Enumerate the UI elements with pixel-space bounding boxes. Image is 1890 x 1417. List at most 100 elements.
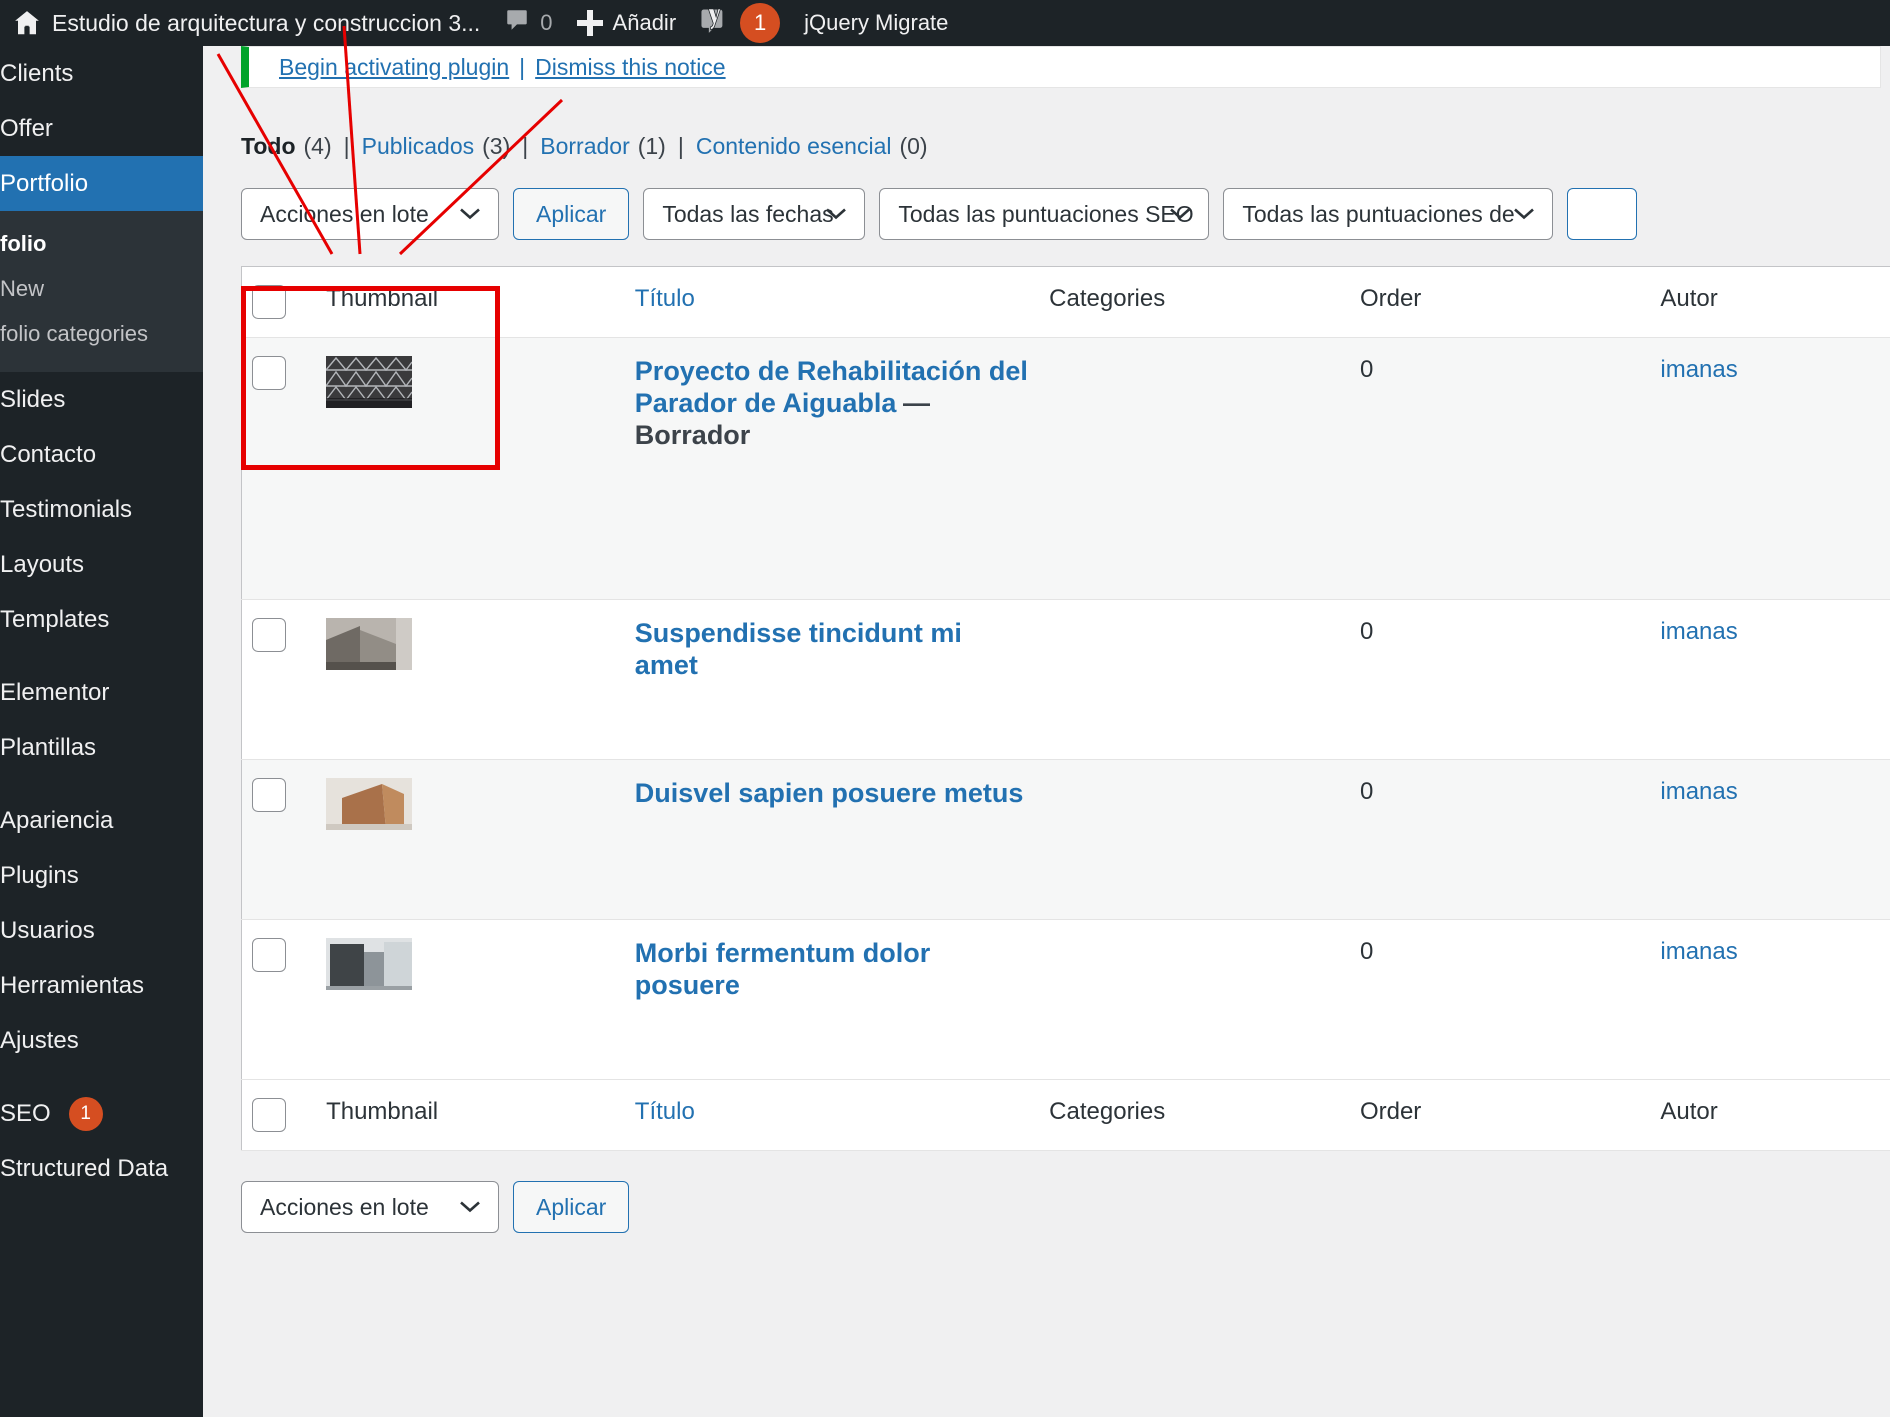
row-order-cell: 0 <box>1349 337 1651 600</box>
sidebar-item-portfolio[interactable]: Portfolio <box>0 156 203 211</box>
admin-content-area: Begin activating plugin | Dismiss this n… <box>203 46 1890 1417</box>
begin-activating-plugin-link[interactable]: Begin activating plugin <box>279 54 509 81</box>
row-author-cell: imanas <box>1650 599 1890 760</box>
apply-bulk-action-button-bottom[interactable]: Aplicar <box>513 1181 630 1233</box>
view-filter-contenido-esencial[interactable]: Contenido esencial <box>696 133 892 160</box>
sidebar-item-templates[interactable]: Templates <box>0 592 203 647</box>
table-header-row: Thumbnail Título Categories Order Autor <box>241 266 1890 338</box>
seo-score-filter-select[interactable]: Todas las puntuaciones SEO <box>879 188 1210 240</box>
row-title-cell: Suspendisse tincidunt mi amet <box>624 599 1040 760</box>
portfolio-thumbnail-building-corner[interactable] <box>326 618 413 670</box>
sidebar-submenu-item-add-new[interactable]: New <box>0 266 203 311</box>
bulk-action-select-top[interactable]: Acciones en lote <box>241 188 499 240</box>
sidebar-separator <box>0 775 203 793</box>
new-content-label: Añadir <box>612 10 677 35</box>
table-row: Duisvel sapien posuere metus 0 imanas <box>241 759 1890 920</box>
order-value: 0 <box>1359 938 1374 965</box>
sidebar-item-plugins[interactable]: Plugins <box>0 848 203 903</box>
table-row: Suspendisse tincidunt mi amet 0 imanas <box>241 599 1890 760</box>
author-link[interactable]: imanas <box>1660 778 1737 805</box>
sidebar-item-label: Usuarios <box>0 916 95 944</box>
sidebar-item-layouts[interactable]: Layouts <box>0 537 203 592</box>
comments-count: 0 <box>540 10 553 35</box>
sidebar-item-label: Testimonials <box>0 495 133 523</box>
row-checkbox[interactable] <box>252 356 286 390</box>
row-categories-cell <box>1039 759 1350 920</box>
post-title-link[interactable]: Morbi fermentum dolor posuere <box>635 938 931 1000</box>
portfolio-thumbnail-lattice-dome[interactable] <box>326 356 413 408</box>
view-filter-borrador[interactable]: Borrador <box>540 133 629 160</box>
sidebar-item-herramientas[interactable]: Herramientas <box>0 958 203 1013</box>
author-link[interactable]: imanas <box>1660 356 1737 383</box>
order-value: 0 <box>1359 778 1374 805</box>
bulk-action-select-bottom[interactable]: Acciones en lote <box>241 1181 499 1233</box>
yoast-notification-badge: 1 <box>740 3 781 43</box>
sidebar-item-seo[interactable]: SEO 1 <box>0 1086 203 1141</box>
view-count-todo: (4) <box>303 133 332 159</box>
tablenav-top: Acciones en lote Aplicar Todas las fecha… <box>241 188 1890 240</box>
sidebar-item-plantillas[interactable]: Plantillas <box>0 720 203 775</box>
filter-submit-button[interactable] <box>1567 188 1638 240</box>
post-title-link[interactable]: Proyecto de Rehabilitación del Parador d… <box>635 356 1028 418</box>
apply-bulk-action-button-top[interactable]: Aplicar <box>513 188 630 240</box>
admin-bar-yoast-seo[interactable]: 1 <box>688 0 792 46</box>
row-thumbnail-cell <box>316 919 625 1080</box>
select-all-checkbox-top[interactable] <box>252 285 286 319</box>
submenu-label: folio categories <box>0 320 148 346</box>
post-title-link[interactable]: Suspendisse tincidunt mi amet <box>635 618 962 680</box>
sidebar-item-contacto[interactable]: Contacto <box>0 427 203 482</box>
sidebar-item-label: Templates <box>0 605 110 633</box>
sidebar-item-label: SEO <box>0 1099 51 1127</box>
row-categories-cell <box>1039 337 1350 600</box>
row-checkbox[interactable] <box>252 938 286 972</box>
sidebar-item-testimonials[interactable]: Testimonials <box>0 482 203 537</box>
sidebar-item-label: Herramientas <box>0 971 145 999</box>
sort-by-title-link-bottom[interactable]: Título <box>635 1098 695 1125</box>
row-checkbox[interactable] <box>252 618 286 652</box>
row-checkbox[interactable] <box>252 778 286 812</box>
sidebar-item-label: Plantillas <box>0 733 97 761</box>
row-order-cell: 0 <box>1349 599 1651 760</box>
sidebar-item-apariencia[interactable]: Apariencia <box>0 793 203 848</box>
view-count-contenido-esencial: (0) <box>899 133 928 159</box>
column-footer-categories: Categories <box>1039 1079 1350 1151</box>
row-author-cell: imanas <box>1650 919 1890 1080</box>
sidebar-item-label: Apariencia <box>0 806 114 834</box>
seo-notification-badge: 1 <box>68 1096 103 1131</box>
select-all-checkbox-bottom[interactable] <box>252 1098 286 1132</box>
sidebar-item-clients[interactable]: Clients <box>0 46 203 101</box>
sidebar-item-offer[interactable]: Offer <box>0 101 203 156</box>
view-separator: | <box>677 133 684 159</box>
sidebar-item-usuarios[interactable]: Usuarios <box>0 903 203 958</box>
portfolio-thumbnail-facade[interactable] <box>326 938 413 990</box>
sidebar-submenu-item-portfolio[interactable]: folio <box>0 221 203 266</box>
sidebar-item-label: Portfolio <box>0 169 89 197</box>
row-order-cell: 0 <box>1349 759 1651 920</box>
sidebar-item-ajustes[interactable]: Ajustes <box>0 1013 203 1068</box>
sidebar-submenu-item-portfolio-categories[interactable]: folio categories <box>0 311 203 356</box>
notice-separator: | <box>519 53 526 80</box>
row-thumbnail-cell <box>316 759 625 920</box>
readability-score-filter-select[interactable]: Todas las puntuaciones de <box>1223 188 1554 240</box>
submenu-label: folio <box>0 230 47 256</box>
portfolio-thumbnail-wood-structure[interactable] <box>326 778 413 830</box>
admin-bar-jquery-migrate[interactable]: jQuery Migrate <box>792 0 960 46</box>
view-filter-publicados[interactable]: Publicados <box>362 133 475 160</box>
author-link[interactable]: imanas <box>1660 938 1737 965</box>
post-title-link[interactable]: Duisvel sapien posuere metus <box>635 778 1024 808</box>
sort-by-title-link[interactable]: Título <box>635 285 695 312</box>
row-categories-cell <box>1039 599 1350 760</box>
dismiss-this-notice-link[interactable]: Dismiss this notice <box>535 54 725 81</box>
admin-bar-comments[interactable]: 0 <box>492 0 564 46</box>
sidebar-item-elementor[interactable]: Elementor <box>0 665 203 720</box>
sidebar-item-slides[interactable]: Slides <box>0 372 203 427</box>
admin-bar-site-link[interactable]: Estudio de arquitectura y construccion 3… <box>0 0 492 46</box>
view-filter-todo[interactable]: Todo <box>241 133 296 160</box>
author-link[interactable]: imanas <box>1660 618 1737 645</box>
admin-bar-new-content[interactable]: Añadir <box>565 0 689 46</box>
table-body: Proyecto de Rehabilitación del Parador d… <box>241 337 1890 1080</box>
date-filter-select[interactable]: Todas las fechas <box>643 188 866 240</box>
table-row: Morbi fermentum dolor posuere 0 imanas <box>241 919 1890 1080</box>
sidebar-item-structured-data[interactable]: Structured Data <box>0 1141 203 1196</box>
chevron-down-icon <box>458 201 482 228</box>
